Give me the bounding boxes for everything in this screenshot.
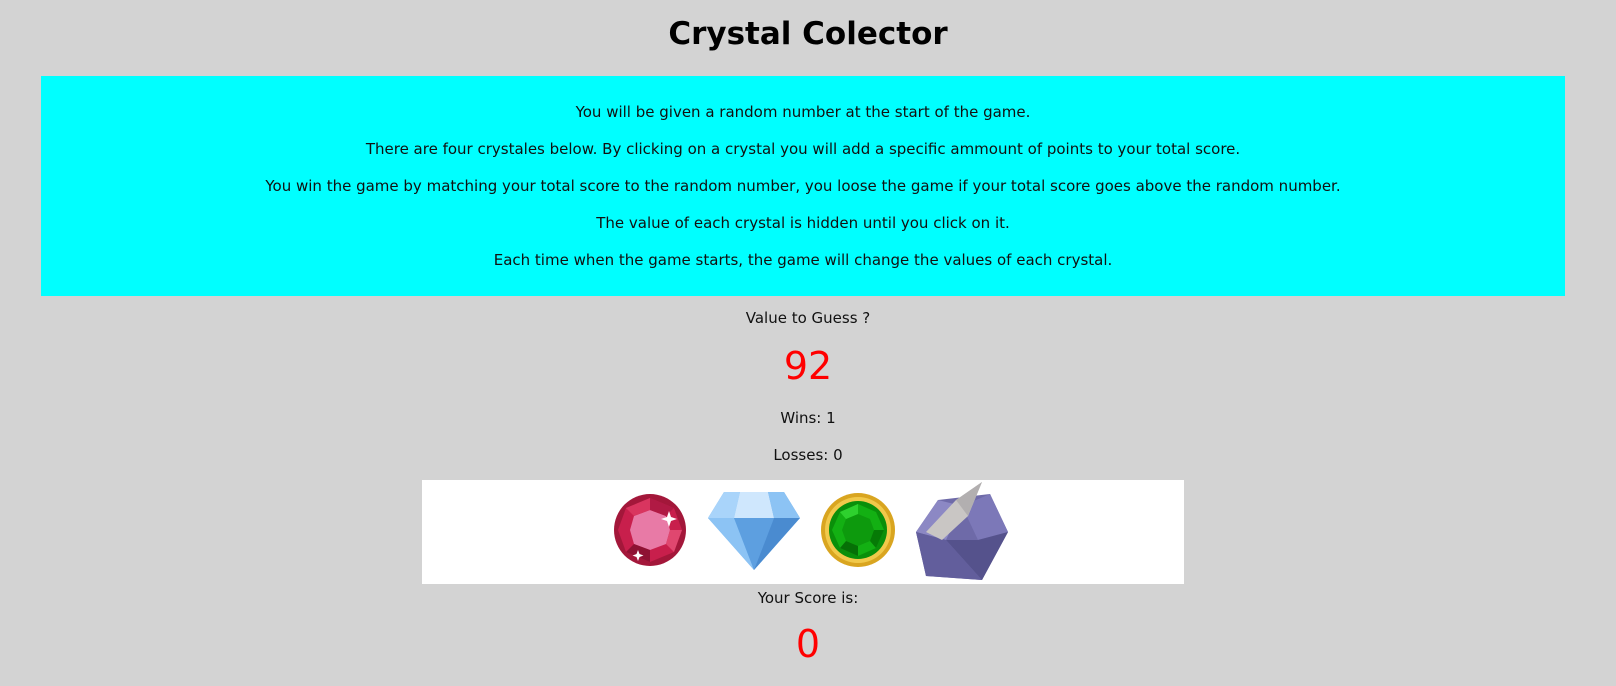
crystal-tray bbox=[422, 480, 1184, 584]
instruction-line: You win the game by matching your total … bbox=[265, 177, 1341, 195]
ruby-crystal-icon[interactable] bbox=[612, 492, 688, 568]
instruction-line: There are four crystales below. By click… bbox=[365, 140, 1241, 158]
losses-counter: Losses: 0 bbox=[773, 446, 843, 464]
score-number: 0 bbox=[795, 622, 821, 666]
instruction-line: The value of each crystal is hidden unti… bbox=[596, 214, 1010, 232]
instruction-line: You will be given a random number at the… bbox=[575, 103, 1031, 121]
page-title: Crystal Colector bbox=[668, 16, 948, 52]
game-page: Crystal Colector You will be given a ran… bbox=[0, 0, 1616, 686]
amethyst-crystal-icon[interactable] bbox=[912, 480, 1012, 584]
target-label: Value to Guess ? bbox=[745, 309, 871, 327]
instructions-panel: You will be given a random number at the… bbox=[41, 76, 1565, 296]
wins-counter: Wins: 1 bbox=[780, 409, 836, 427]
score-label: Your Score is: bbox=[757, 589, 859, 607]
instruction-line: Each time when the game starts, the game… bbox=[493, 251, 1113, 269]
emerald-crystal-icon[interactable] bbox=[820, 492, 896, 568]
target-number: 92 bbox=[783, 344, 833, 388]
diamond-crystal-icon[interactable] bbox=[706, 490, 802, 572]
